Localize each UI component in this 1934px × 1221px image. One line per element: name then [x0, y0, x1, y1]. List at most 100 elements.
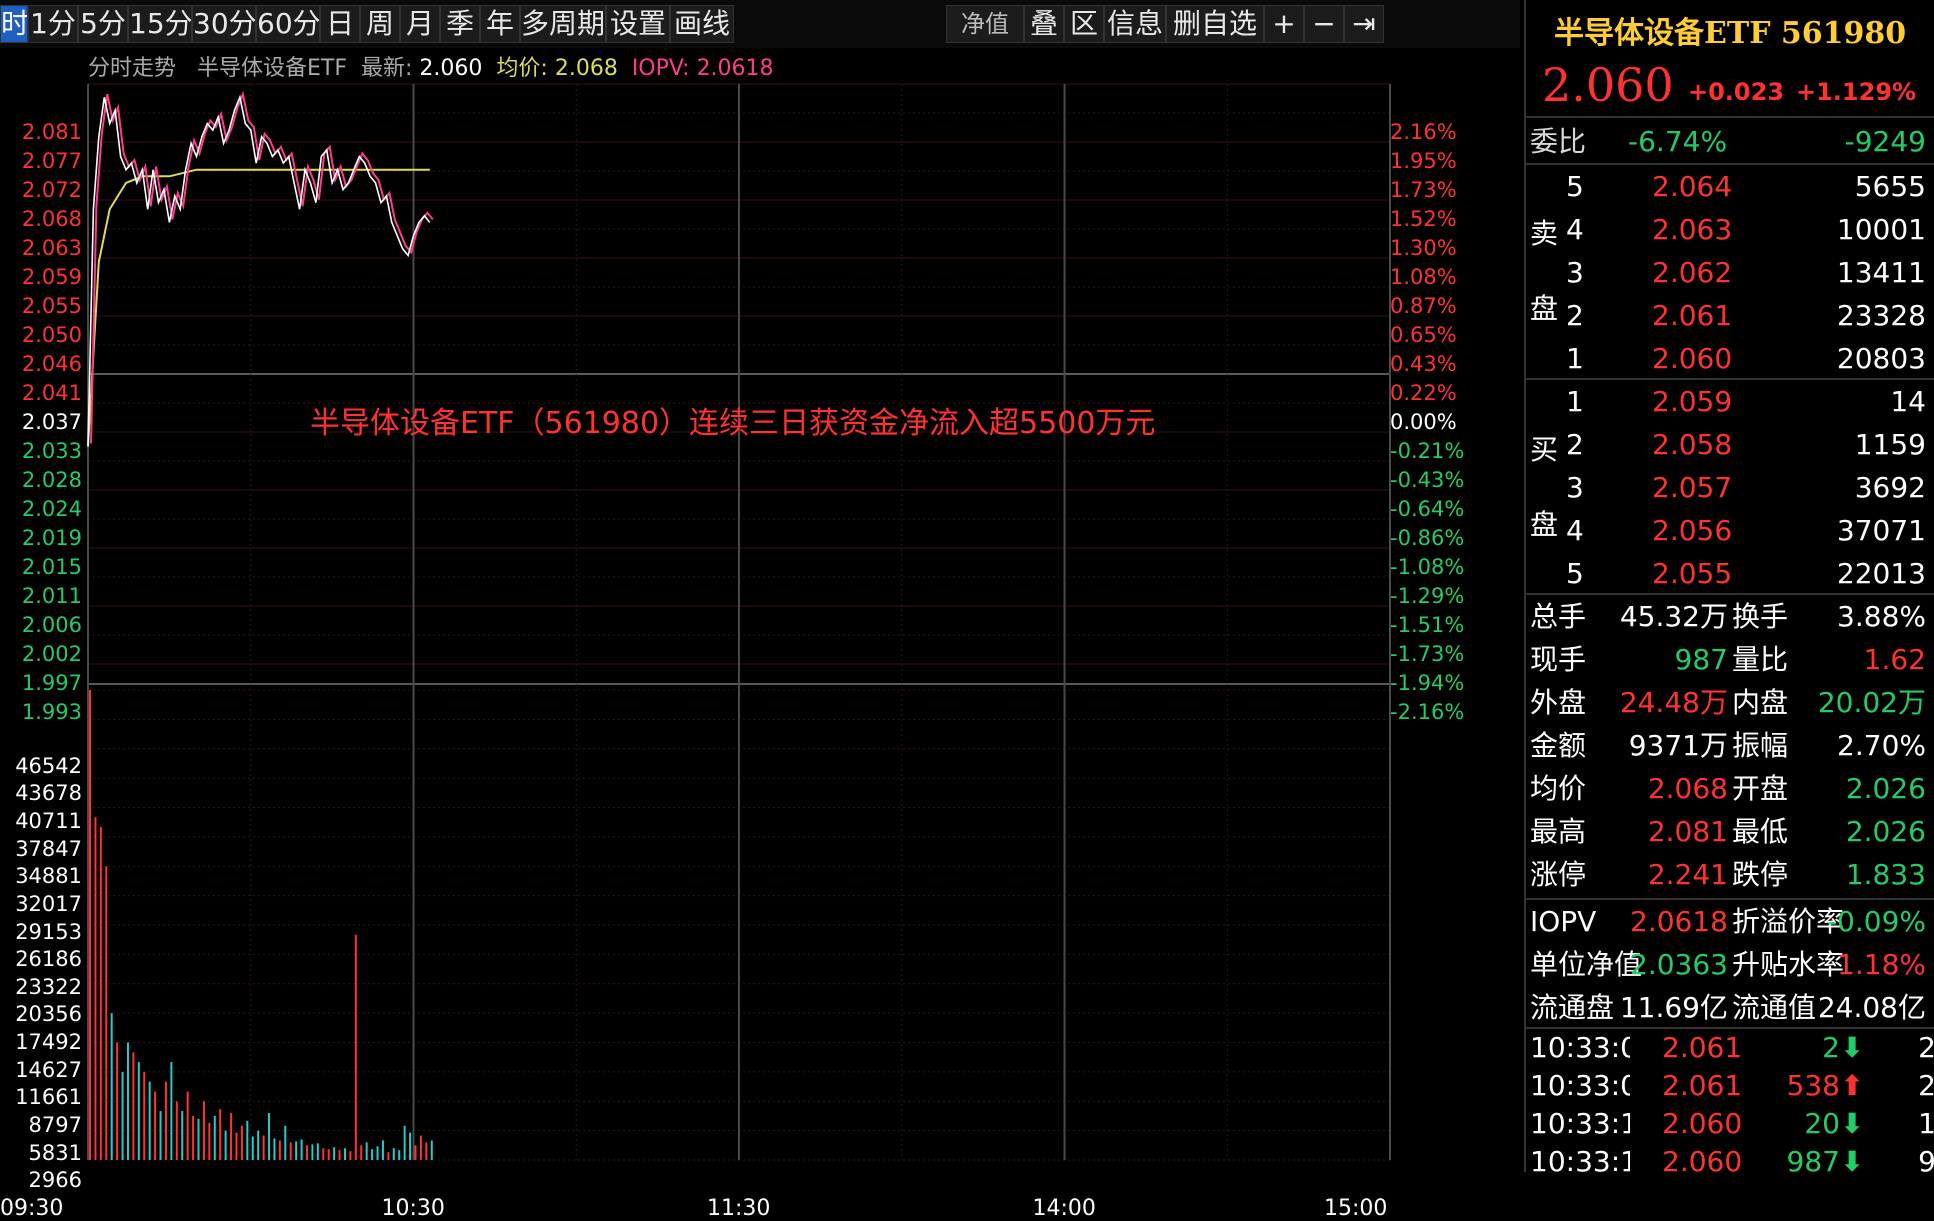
range-button[interactable]: 区	[1064, 5, 1104, 43]
volume-bars	[89, 690, 433, 1160]
price-tick-label: 2.059	[21, 265, 82, 289]
pct-tick-label: 0.87%	[1390, 294, 1457, 318]
remove-watchlist-button[interactable]: 删自选	[1166, 5, 1264, 43]
period-tab[interactable]: 5分	[78, 5, 128, 43]
ask-price: 2.063	[1652, 213, 1733, 246]
weibi-label: 委比	[1530, 125, 1587, 158]
price-tick-label: 2.046	[21, 352, 82, 376]
tick-count: 2	[1918, 1069, 1934, 1102]
stat-row: 总手 45.32万 换手 3.88%	[1526, 595, 1934, 638]
period-tab[interactable]: 季	[440, 5, 480, 43]
intraday-chart-svg	[87, 83, 1391, 1161]
pct-tick-label: -2.16%	[1390, 700, 1465, 724]
ask-volume: 5655	[1854, 170, 1926, 203]
tick-volume: 20	[1804, 1107, 1840, 1140]
stat-label: 内盘	[1732, 686, 1789, 719]
volume-tick-label: 43678	[15, 781, 82, 806]
period-tab[interactable]: 60分	[256, 5, 320, 43]
arrow-down-icon: ⬇	[1840, 1107, 1864, 1140]
chart-grid	[87, 83, 1391, 1161]
net-value-button[interactable]: 净值	[946, 5, 1024, 43]
stat-row: 均价 2.068 开盘 2.026	[1526, 767, 1934, 810]
period-tab[interactable]: 多周期	[520, 5, 606, 43]
period-tab[interactable]: 时	[0, 5, 28, 43]
stat-label: 升贴水率	[1732, 948, 1845, 981]
stat-value: 45.32万	[1619, 600, 1728, 633]
price-tick-label: 2.068	[21, 207, 82, 231]
volume-tick-label: 26186	[15, 947, 82, 972]
stat-value: -0.09%	[1826, 905, 1926, 938]
time-tick-label: 10:30	[381, 1196, 445, 1221]
price-tick-label: 2.002	[21, 642, 82, 666]
tick-volume: 538	[1786, 1069, 1840, 1102]
period-tab[interactable]: 设置	[606, 5, 670, 43]
stat-value: 3.88%	[1837, 600, 1926, 633]
tick-time: 10:33:12	[1530, 1107, 1630, 1140]
intraday-chart[interactable]: 2.081 2.077 2.072 2.068 2.063 2.059 2.055 2.050…	[0, 48, 1520, 1221]
tick-price: 2.060	[1662, 1145, 1743, 1178]
period-tab[interactable]: 30分	[192, 5, 256, 43]
sell-level-row: 5 2.064 5655	[1526, 165, 1934, 208]
stat-row: 最高 2.081 最低 2.026	[1526, 810, 1934, 853]
pct-tick-label: -0.86%	[1390, 526, 1465, 550]
price-tick-label: 2.050	[21, 323, 82, 347]
volume-tick-label: 46542	[15, 753, 82, 778]
tick-volume: 2	[1822, 1031, 1840, 1064]
stat-label: 金额	[1530, 729, 1587, 762]
price-tick-label: 2.015	[21, 555, 82, 579]
volume-tick-label: 8797	[28, 1113, 82, 1138]
period-tab[interactable]: 年	[480, 5, 520, 43]
pct-tick-label: -1.73%	[1390, 642, 1465, 666]
collapse-panel-icon[interactable]: ⇥	[1344, 5, 1384, 43]
volume-tick-label: 20356	[15, 1002, 82, 1027]
bid-price: 2.057	[1652, 471, 1733, 504]
weibi-value: -9249	[1844, 125, 1926, 158]
volume-tick-label: 23322	[15, 974, 82, 999]
buy-level-row: 1 2.059 14	[1526, 380, 1934, 423]
bid-volume: 37071	[1836, 514, 1926, 547]
info-button[interactable]: 信息	[1104, 5, 1166, 43]
stat-label: 均价	[1530, 772, 1587, 805]
tick-time: 10:33:18	[1530, 1145, 1630, 1178]
period-tab[interactable]: 15分	[128, 5, 192, 43]
arrow-down-icon: ⬇	[1840, 1145, 1864, 1178]
etf-stat-row: IOPV 2.0618 折溢价率 -0.09%	[1526, 900, 1934, 943]
chart-info-bar: 分时走势 半导体设备ETF 最新: 2.060 均价: 2.068 IOPV: …	[88, 50, 774, 82]
stat-value: 2.241	[1647, 858, 1728, 891]
panel-change-pct: +1.129%	[1796, 78, 1917, 106]
plus-icon[interactable]: +	[1264, 5, 1304, 43]
pct-tick-label: 0.65%	[1390, 323, 1457, 347]
stat-value: 11.69亿	[1619, 991, 1728, 1024]
period-tab[interactable]: 日	[320, 5, 360, 43]
sell-level-row: 3 2.062 13411	[1526, 251, 1934, 294]
price-tick-label: 2.072	[21, 178, 82, 202]
latest-value: 2.060	[419, 56, 483, 81]
pct-tick-label: 0.00%	[1390, 410, 1457, 434]
stat-value: 1.833	[1845, 858, 1926, 891]
volume-tick-label: 40711	[15, 808, 82, 833]
period-tab[interactable]: 月	[400, 5, 440, 43]
pct-tick-label: 1.95%	[1390, 149, 1457, 173]
stat-label: 总手	[1530, 600, 1587, 633]
price-tick-label: 2.055	[21, 294, 82, 318]
minus-icon[interactable]: −	[1304, 5, 1344, 43]
stat-value: 2.081	[1647, 815, 1728, 848]
arrow-down-icon: ⬇	[1840, 1031, 1864, 1064]
period-tab[interactable]: 画线	[670, 5, 734, 43]
overlay-button[interactable]: 叠	[1024, 5, 1064, 43]
ask-price: 2.061	[1652, 299, 1733, 332]
price-tick-label: 2.006	[21, 613, 82, 637]
avg-value: 2.068	[554, 56, 618, 81]
buy-level-row: 2 2.058 1159	[1526, 423, 1934, 466]
level-number: 2	[1566, 299, 1584, 332]
stat-label: 流通值	[1732, 991, 1817, 1024]
period-tab[interactable]: 1分	[28, 5, 78, 43]
volume-tick-label: 32017	[15, 891, 82, 916]
ask-price: 2.062	[1652, 256, 1733, 289]
period-tab[interactable]: 周	[360, 5, 400, 43]
stat-value: 1.62	[1863, 643, 1926, 676]
price-tick-label: 1.993	[21, 700, 82, 724]
tick-count: 2	[1918, 1031, 1934, 1064]
iopv-value: 2.0618	[696, 56, 774, 81]
stat-value: 2.0363	[1630, 948, 1728, 981]
